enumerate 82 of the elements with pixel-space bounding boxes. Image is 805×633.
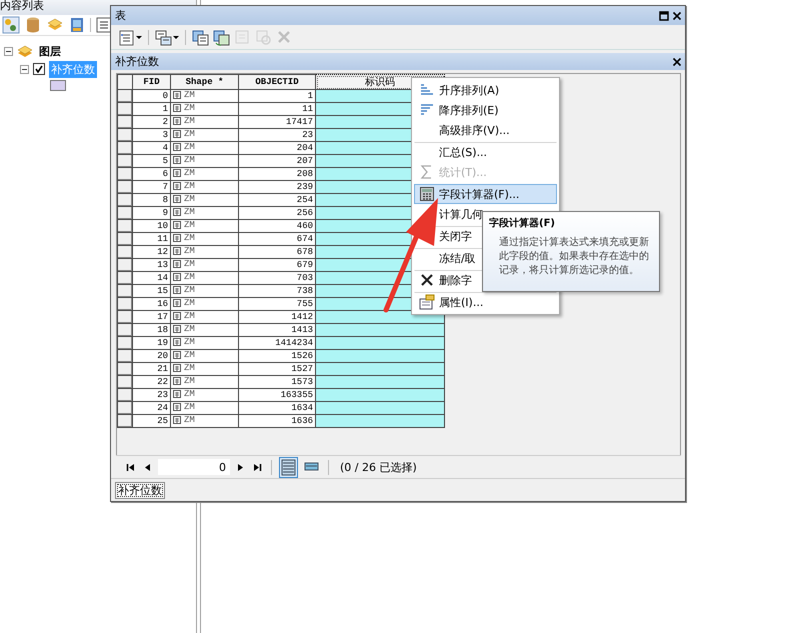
table-cell: 1414234 [238,336,316,350]
shape-text: ZM [184,233,195,243]
shape-text: ZM [184,350,195,360]
table-cell: 674 [238,232,316,246]
table-cell: 1526 [238,350,316,362]
table-cell: 23 [238,128,316,142]
shape-text: ZM [184,181,195,191]
table-cell: 12 [132,246,170,258]
table-title: 补齐位数 [115,54,159,69]
table-cell: 1413 [238,324,316,336]
shape-text: ZM [184,389,195,399]
table-cell: 8 [132,194,170,206]
table-cell: 254 [238,194,316,206]
shape-text: ZM [184,415,195,425]
table-cell: 15 [132,284,170,298]
shape-text: ZM [184,90,195,100]
table-cell: 4 [132,142,170,154]
selection-status: (0 / 26 已选择) [340,460,417,474]
shape-text: ZM [184,337,195,347]
table-cell: 1573 [238,376,316,388]
shape-text: ZM [184,129,195,139]
table-cell: 256 [238,206,316,220]
shape-text: ZM [184,103,195,113]
table-cell: 18 [132,324,170,336]
table-cell: 23 [132,388,170,402]
shape-text: ZM [184,155,195,165]
table-cell: 679 [238,258,316,272]
shape-text: ZM [184,285,195,295]
shape-text: ZM [184,324,195,334]
table-cell: 3 [132,128,170,142]
table-cell: 0 [132,90,170,102]
table-cell: 22 [132,376,170,388]
shape-text: ZM [184,220,195,230]
table-cell: 163355 [238,388,316,402]
table-cell: 1412 [238,310,316,324]
table-cell: 703 [238,272,316,284]
table-cell: 1634 [238,402,316,414]
table-cell: 207 [238,154,316,168]
table-cell: 2 [132,116,170,128]
table-cell: 21 [132,362,170,376]
tooltip-title: 字段计算器(F) [489,216,556,230]
shape-text: ZM [184,194,195,204]
table-cell: 678 [238,246,316,258]
table-cell: 738 [238,284,316,298]
shape-text: ZM [184,116,195,126]
table-cell: 1636 [238,414,316,428]
shape-text: ZM [184,272,195,282]
table-cell: 14 [132,272,170,284]
table-cell: 1 [238,90,316,102]
shape-text: ZM [184,168,195,178]
table-cell: 208 [238,168,316,180]
table-cell: 1527 [238,362,316,376]
table-cell: 25 [132,414,170,428]
shape-text: ZM [184,311,195,321]
table-cell: 5 [132,154,170,168]
tooltip-text: 通过指定计算表达式来填充或更新此字段的值。如果表中存在选中的记录，将只计算所选记录的值。 [498,236,650,278]
table-cell: 16 [132,298,170,310]
shape-text: ZM [184,402,195,412]
table-cell: 11 [132,232,170,246]
table-cell: 204 [238,142,316,154]
table-cell: 17417 [238,116,316,128]
table-cell: 19 [132,336,170,350]
shape-text: ZM [184,246,195,256]
shape-text: ZM [184,298,195,308]
table-cell: 460 [238,220,316,232]
shape-text: ZM [184,142,195,152]
table-cell: 11 [238,102,316,116]
table-cell: 24 [132,402,170,414]
table-cell: 7 [132,180,170,194]
shape-text: ZM [184,207,195,217]
table-cell: 755 [238,298,316,310]
table-cell: 1 [132,102,170,116]
table-cell: 10 [132,220,170,232]
table-cell: 239 [238,180,316,194]
shape-text: ZM [184,363,195,373]
table-cell: 13 [132,258,170,272]
shape-text: ZM [184,259,195,269]
table-cell: 9 [132,206,170,220]
table-cell: 6 [132,168,170,180]
shape-text: ZM [184,376,195,386]
table-cell: 20 [132,350,170,362]
table-cell: 17 [132,310,170,324]
